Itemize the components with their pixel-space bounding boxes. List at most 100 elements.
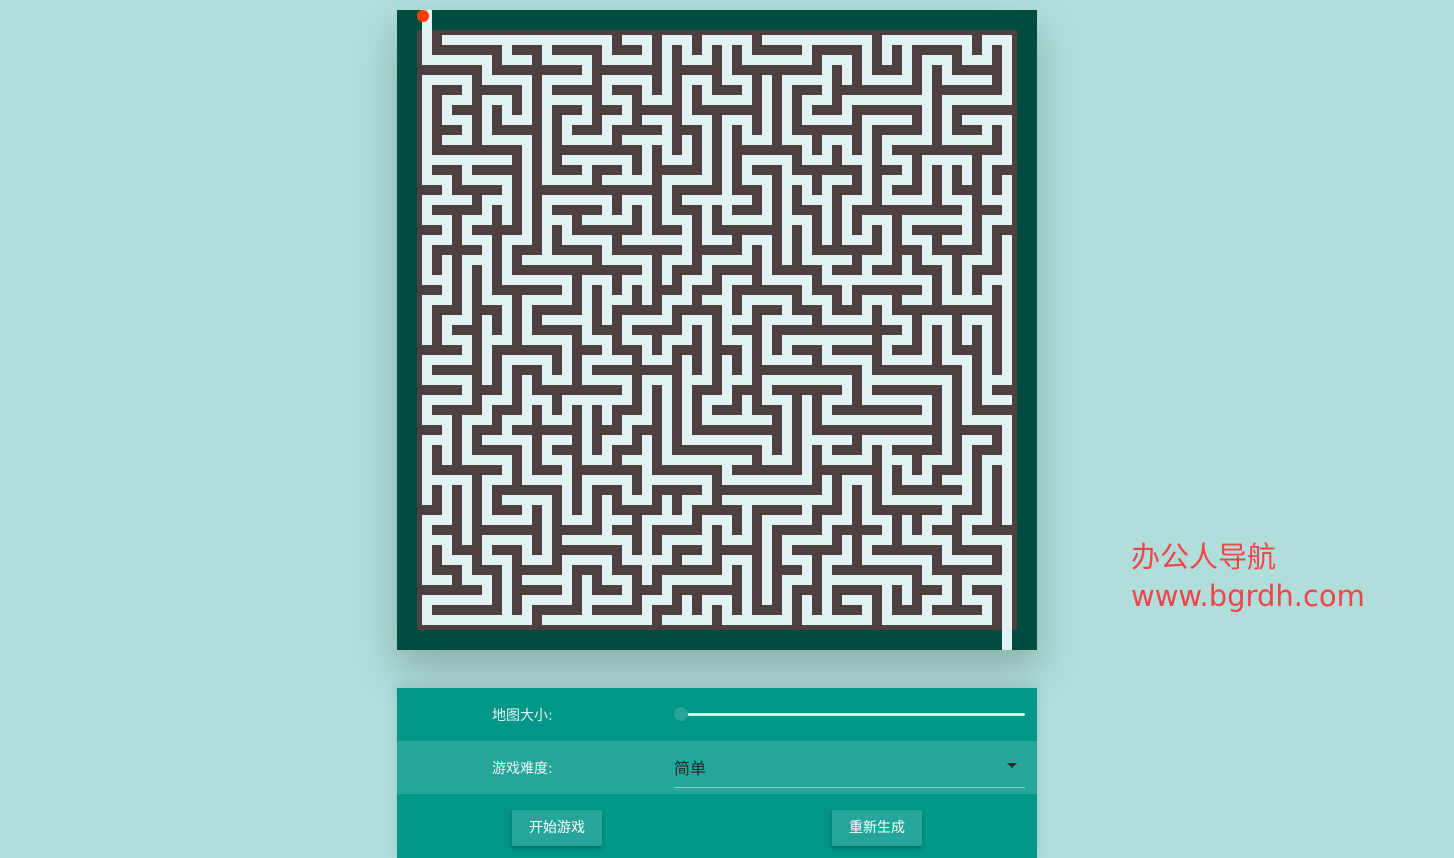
maze-passage <box>782 315 802 325</box>
maze-passage <box>722 195 732 215</box>
maze-passage <box>862 35 872 55</box>
maze-grid[interactable] <box>397 10 1037 650</box>
maze-cell <box>742 95 752 105</box>
maze-passage <box>982 455 992 475</box>
maze-passage <box>922 75 932 95</box>
maze-passage <box>1002 175 1012 195</box>
maze-passage <box>802 155 822 165</box>
maze-cell <box>842 75 852 85</box>
maze-passage <box>642 535 652 555</box>
difficulty-select[interactable]: 简单 <box>674 751 1025 788</box>
player-marker[interactable] <box>417 10 429 22</box>
maze-passage <box>602 355 622 365</box>
maze-passage <box>882 575 892 595</box>
maze-passage <box>462 255 472 275</box>
maze-cell <box>802 355 812 365</box>
maze-cell <box>922 295 932 305</box>
maze-passage <box>942 95 952 115</box>
maze-passage <box>482 175 502 185</box>
maze-cell <box>982 55 992 65</box>
maze-passage <box>662 435 672 455</box>
maze-cell <box>802 475 812 485</box>
maze-passage <box>522 375 532 395</box>
maze-cell <box>622 295 632 305</box>
maze-passage <box>582 35 602 45</box>
maze-passage <box>662 115 672 135</box>
regenerate-button[interactable]: 重新生成 <box>832 810 922 846</box>
maze-passage <box>682 35 692 55</box>
maze-passage <box>542 135 552 155</box>
maze-passage <box>722 595 732 615</box>
maze-passage <box>502 295 512 315</box>
maze-passage <box>982 235 992 255</box>
maze-passage <box>962 155 972 175</box>
maze-cell <box>842 115 852 125</box>
maze-passage <box>942 255 952 275</box>
maze-cell <box>462 395 472 405</box>
maze-passage <box>602 575 622 585</box>
maze-passage <box>862 155 872 175</box>
maze-passage <box>842 495 852 515</box>
maze-passage <box>962 375 972 395</box>
maze-passage <box>782 215 792 235</box>
maze-cell <box>982 615 992 625</box>
maze-passage <box>722 115 732 135</box>
maze-passage <box>622 135 642 145</box>
maze-passage <box>482 475 492 495</box>
maze-passage <box>762 435 772 455</box>
maze-passage <box>942 395 952 415</box>
maze-passage <box>602 435 612 455</box>
maze-cell <box>842 295 852 305</box>
slider-thumb[interactable] <box>674 707 689 721</box>
maze-passage <box>762 615 782 625</box>
maze-passage <box>922 215 942 225</box>
maze-passage <box>802 455 812 475</box>
maze-passage <box>502 375 512 395</box>
maze-passage <box>442 495 452 515</box>
maze-cell <box>662 315 672 325</box>
start-game-button[interactable]: 开始游戏 <box>512 810 602 846</box>
maze-passage <box>1002 295 1012 315</box>
maze-passage <box>1002 495 1012 515</box>
maze-passage <box>442 95 452 115</box>
maze-passage <box>522 295 532 315</box>
maze-passage <box>442 615 462 625</box>
maze-passage <box>782 535 792 555</box>
maze-passage <box>762 455 782 465</box>
maze-passage <box>942 155 952 175</box>
maze-passage <box>462 155 472 175</box>
maze-passage <box>442 115 462 125</box>
maze-passage <box>582 55 592 75</box>
maze-cell <box>1002 395 1012 405</box>
maze-passage <box>942 535 952 555</box>
maze-passage <box>682 555 702 565</box>
maze-passage <box>802 495 812 515</box>
maze-passage <box>722 135 732 155</box>
maze-passage <box>822 75 832 95</box>
maze-cell <box>922 475 932 485</box>
maze-passage <box>482 135 502 145</box>
maze-passage <box>982 175 992 195</box>
maze-passage <box>762 75 772 95</box>
maze-passage <box>602 375 622 385</box>
maze-passage <box>882 135 892 155</box>
maze-passage <box>482 75 502 85</box>
maze-passage <box>962 555 982 565</box>
maze-passage <box>522 455 532 475</box>
maze-passage <box>522 135 532 155</box>
maze-passage <box>482 355 492 375</box>
maze-passage <box>542 95 552 115</box>
maze-passage <box>462 455 482 465</box>
maze-passage <box>562 255 582 265</box>
maze-cell <box>462 95 472 105</box>
maze-passage <box>862 495 872 515</box>
maze-passage <box>702 195 712 215</box>
maze-cell <box>622 595 632 605</box>
maze-passage <box>802 35 812 55</box>
maze-board[interactable] <box>397 10 1037 650</box>
maze-passage <box>902 315 912 335</box>
maze-passage <box>982 115 992 135</box>
maze-passage <box>422 275 442 285</box>
maze-passage <box>442 475 452 495</box>
map-size-slider[interactable] <box>674 707 1025 721</box>
